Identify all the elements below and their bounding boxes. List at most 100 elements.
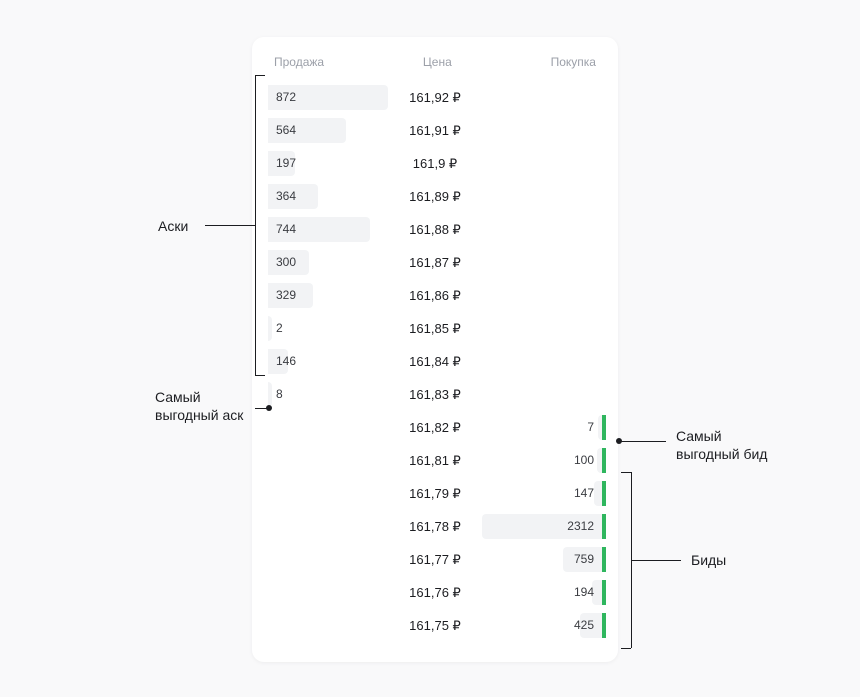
price-label: 161,87 ₽ <box>388 255 482 271</box>
ask-row: 564161,91 ₽ <box>268 114 602 147</box>
ask-row: 364 161,89 ₽ <box>268 180 602 213</box>
price-label: 161,88 ₽ <box>388 222 482 238</box>
ask-volume-label: 564 <box>276 118 296 143</box>
annotation-best-bid-line2: выгодный бид <box>676 446 767 462</box>
ask-volume-cell: 872 <box>268 85 388 110</box>
ask-volume-label: 8 <box>276 382 283 407</box>
ask-volume-bar <box>268 316 272 341</box>
ask-row: 300 161,87 ₽ <box>268 246 602 279</box>
buy-empty-cell <box>482 250 602 275</box>
buy-empty-cell <box>482 151 602 176</box>
orderbook-card: Продажа Цена Покупка 872161,92 ₽564161,9… <box>252 37 618 662</box>
pointer-best-bid <box>619 441 666 442</box>
price-label: 161,9 ₽ <box>388 156 482 172</box>
buy-empty-cell <box>482 85 602 110</box>
price-label: 161,78 ₽ <box>388 519 482 535</box>
bid-row: 161,82 ₽ 7 <box>268 411 602 444</box>
buy-empty-cell <box>482 382 602 407</box>
ask-volume-label: 329 <box>276 283 296 308</box>
price-label: 161,85 ₽ <box>388 321 482 337</box>
ask-volume-label: 744 <box>276 217 296 242</box>
price-label: 161,76 ₽ <box>388 585 482 601</box>
header-price: Цена <box>423 55 452 69</box>
bracket-bids-cap <box>621 472 631 473</box>
price-label: 161,92 ₽ <box>388 90 482 106</box>
bid-side-marker <box>602 547 606 572</box>
bid-volume-label: 147 <box>574 481 594 506</box>
ask-volume-label: 2 <box>276 316 283 341</box>
bid-row: 161,76 ₽ 194 <box>268 576 602 609</box>
bid-volume-label: 759 <box>574 547 594 572</box>
ask-volume-cell: 329 <box>268 283 388 308</box>
price-label: 161,84 ₽ <box>388 354 482 370</box>
bid-volume-cell: 7 <box>482 415 602 440</box>
ask-volume-cell: 197 <box>268 151 388 176</box>
sell-empty-cell <box>268 481 388 506</box>
buy-empty-cell <box>482 316 602 341</box>
bid-volume-cell: 100 <box>482 448 602 473</box>
bid-volume-label: 194 <box>574 580 594 605</box>
bid-volume-cell: 759 <box>482 547 602 572</box>
ask-row: 2 161,85 ₽ <box>268 312 602 345</box>
buy-empty-cell <box>482 118 602 143</box>
bid-volume-label: 425 <box>574 613 594 638</box>
bid-volume-cell: 147 <box>482 481 602 506</box>
ask-volume-label: 364 <box>276 184 296 209</box>
price-label: 161,77 ₽ <box>388 552 482 568</box>
sell-empty-cell <box>268 580 388 605</box>
orderbook-header: Продажа Цена Покупка <box>268 55 602 69</box>
bracket-asks-cap <box>255 75 265 76</box>
ask-volume-label: 872 <box>276 85 296 110</box>
ask-volume-cell: 300 <box>268 250 388 275</box>
header-sell: Продажа <box>274 55 324 69</box>
bracket-asks-cap <box>255 375 265 376</box>
bid-volume-label: 7 <box>587 415 594 440</box>
buy-empty-cell <box>482 349 602 374</box>
ask-row: 8161,83 ₽ <box>268 378 602 411</box>
bid-row: 161,77 ₽ 759 <box>268 543 602 576</box>
ask-volume-cell: 2 <box>268 316 388 341</box>
price-label: 161,81 ₽ <box>388 453 482 469</box>
bid-volume-cell: 425 <box>482 613 602 638</box>
ask-volume-label: 197 <box>276 151 296 176</box>
bid-side-marker <box>602 448 606 473</box>
buy-empty-cell <box>482 283 602 308</box>
price-label: 161,82 ₽ <box>388 420 482 436</box>
ask-volume-label: 146 <box>276 349 296 374</box>
bid-side-marker <box>602 481 606 506</box>
bracket-asks-stem <box>205 225 255 226</box>
ask-volume-cell: 564 <box>268 118 388 143</box>
header-buy: Покупка <box>551 55 596 69</box>
price-label: 161,86 ₽ <box>388 288 482 304</box>
annotation-asks: Аски <box>158 218 188 234</box>
ask-volume-label: 300 <box>276 250 296 275</box>
bid-volume-bar <box>594 481 602 506</box>
orderbook-rows: 872161,92 ₽564161,91 ₽197161,9 ₽364161,8… <box>268 81 602 642</box>
dot-best-ask <box>266 405 272 411</box>
bid-volume-cell: 194 <box>482 580 602 605</box>
sell-empty-cell <box>268 547 388 572</box>
annotation-best-bid-line1: Самый <box>676 428 722 444</box>
ask-row: 744 161,88 ₽ <box>268 213 602 246</box>
sell-empty-cell <box>268 514 388 539</box>
ask-volume-cell: 146 <box>268 349 388 374</box>
bid-side-marker <box>602 415 606 440</box>
annotation-best-ask-line2: выгодный аск <box>155 407 243 423</box>
ask-volume-bar <box>268 382 272 407</box>
sell-empty-cell <box>268 613 388 638</box>
dot-best-bid <box>616 438 622 444</box>
bracket-bids-cap <box>621 648 631 649</box>
bid-row: 161,79 ₽147 <box>268 477 602 510</box>
annotation-bids: Биды <box>691 552 726 568</box>
bid-volume-cell: 2312 <box>482 514 602 539</box>
ask-row: 329 161,86 ₽ <box>268 279 602 312</box>
price-label: 161,75 ₽ <box>388 618 482 634</box>
ask-volume-cell: 744 <box>268 217 388 242</box>
price-label: 161,89 ₽ <box>388 189 482 205</box>
bid-side-marker <box>602 514 606 539</box>
buy-empty-cell <box>482 217 602 242</box>
bracket-bids-stem <box>631 560 681 561</box>
bid-row: 161,75 ₽ 425 <box>268 609 602 642</box>
annotation-best-ask-line1: Самый <box>155 389 201 405</box>
buy-empty-cell <box>482 184 602 209</box>
